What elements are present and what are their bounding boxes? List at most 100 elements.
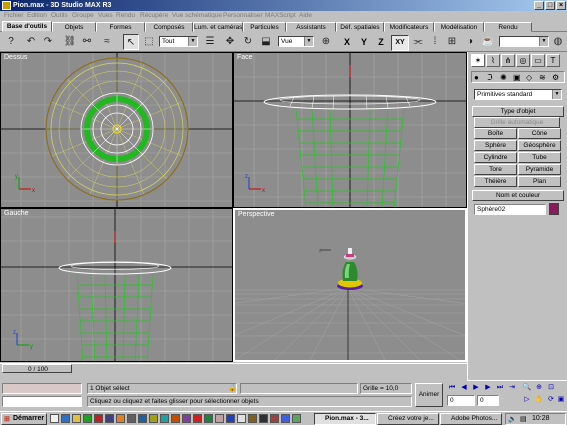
key-mode-icon[interactable]: ⇥ [507, 383, 517, 393]
tab-space-warps[interactable]: Déf. spatiales [336, 22, 384, 32]
object-color-swatch[interactable] [549, 203, 559, 215]
tab-helpers[interactable]: Assistants [286, 22, 336, 32]
animate-button[interactable]: Animer [415, 383, 443, 407]
light-icon[interactable]: ✺ [500, 73, 507, 82]
app-icon-17[interactable] [226, 414, 235, 423]
align-icon[interactable]: ⊞ [444, 34, 460, 50]
track-bar[interactable] [0, 373, 467, 381]
app-icon-21[interactable] [270, 414, 279, 423]
menu-edit[interactable]: Edition [27, 11, 47, 21]
restrict-y-button[interactable]: Y [357, 35, 371, 49]
menu-file[interactable]: Fichier [4, 11, 24, 21]
macro-recorder-field[interactable] [2, 396, 82, 407]
network-icon[interactable]: ▤ [520, 415, 527, 423]
menu-schematic-view[interactable]: Vue schématique [172, 11, 222, 21]
sphere-button[interactable]: Sphère [474, 140, 517, 151]
mirror-icon[interactable]: ⫘ [410, 34, 426, 50]
helper-icon[interactable]: ◇ [526, 73, 532, 82]
app-icon-19[interactable] [248, 414, 257, 423]
help-icon[interactable]: ? [3, 34, 19, 50]
play-icon[interactable]: ▶ [471, 383, 481, 393]
teapot-render-icon[interactable]: ◍ [550, 34, 566, 50]
time-slider-thumb[interactable]: 0 / 100 [2, 364, 72, 373]
viewport-front[interactable]: Face x z [233, 52, 467, 208]
menu-group[interactable]: Groupe [72, 11, 94, 21]
viewport-perspective[interactable]: Perspective z [233, 208, 467, 362]
array-icon[interactable]: ⁞ [427, 34, 443, 50]
desktop-icon[interactable] [50, 414, 59, 423]
zoom-all-icon[interactable]: ⊕ [534, 383, 544, 393]
plane-button[interactable]: Plan [518, 176, 561, 187]
pyramid-button[interactable]: Pyramide [518, 164, 561, 175]
app-icon-15[interactable] [204, 414, 213, 423]
scale-icon[interactable]: ⬓ [258, 34, 274, 50]
app-icon-8[interactable] [127, 414, 136, 423]
move-icon[interactable]: ✥ [222, 34, 238, 50]
app-icon-6[interactable] [105, 414, 114, 423]
box-button[interactable]: Boîte [474, 128, 517, 139]
redo-icon[interactable]: ↷ [40, 34, 56, 50]
app-icon-12[interactable] [171, 414, 180, 423]
bind-space-warp-icon[interactable]: ≈ [99, 34, 115, 50]
torus-button[interactable]: Tore [474, 164, 517, 175]
create-panel-tab[interactable]: ✶ [471, 54, 485, 67]
app-icon-22[interactable] [281, 414, 290, 423]
menu-retrieve[interactable]: Récupére [140, 11, 168, 21]
app-icon-7[interactable] [116, 414, 125, 423]
max-script-listener[interactable] [2, 383, 82, 394]
undo-icon[interactable]: ↶ [23, 34, 39, 50]
tube-button[interactable]: Tube [518, 152, 561, 163]
close-button[interactable]: × [556, 1, 566, 10]
menu-maxscript[interactable]: MAXScript [265, 11, 296, 21]
object-name-input[interactable]: Sphère02 [474, 204, 546, 215]
render-scene-icon[interactable]: ☕ [480, 34, 496, 50]
pan-icon[interactable]: ✋ [534, 395, 544, 405]
viewport-top[interactable]: Dessus x y [0, 52, 233, 208]
explorer-icon[interactable] [72, 414, 81, 423]
geometry-icon[interactable]: ● [474, 73, 479, 82]
object-type-rollout[interactable]: Type d'objet [472, 106, 564, 117]
lock-icon[interactable]: 🔒 [228, 384, 237, 392]
go-to-end-icon[interactable]: ⏭ [495, 383, 505, 393]
app-icon-13[interactable] [182, 414, 191, 423]
restrict-xy-button[interactable]: XY [391, 35, 409, 51]
material-editor-icon[interactable]: ◑ [462, 34, 478, 50]
tab-particles[interactable]: Particules [243, 22, 286, 32]
app-icon-14[interactable] [193, 414, 202, 423]
arc-rotate-icon[interactable]: ⟳ [546, 395, 556, 405]
tab-shapes[interactable]: Formes [96, 22, 145, 32]
app-icon-10[interactable] [149, 414, 158, 423]
start-button[interactable]: ⊞ Démarrer [1, 413, 47, 425]
menu-views[interactable]: Vues [98, 11, 113, 21]
speaker-icon[interactable]: 🔈 [508, 415, 517, 423]
zoom-extents-icon[interactable]: ⊡ [546, 383, 556, 393]
select-by-name-icon[interactable]: ☰ [202, 34, 218, 50]
viewport-left[interactable]: Gauche y z [0, 208, 233, 362]
cylinder-button[interactable]: Cylindre [474, 152, 517, 163]
task-photoshop[interactable]: Adobe Photos... [440, 413, 502, 425]
unlink-icon[interactable]: ⚯ [79, 34, 95, 50]
hierarchy-panel-tab[interactable]: ⋔ [501, 54, 515, 67]
cone-button[interactable]: Cône [518, 128, 561, 139]
tab-objects[interactable]: Objets [52, 22, 96, 32]
current-frame-input[interactable]: 0 [447, 395, 475, 406]
name-color-rollout[interactable]: Nom et couleur [472, 190, 564, 201]
tab-modifiers[interactable]: Modificateurs [384, 22, 434, 32]
app-icon-20[interactable] [259, 414, 268, 423]
app-icon-16[interactable] [215, 414, 224, 423]
selection-filter-select[interactable]: Tout ▼ [159, 36, 198, 47]
camera-icon[interactable]: ▣ [513, 73, 521, 82]
tab-base-tools[interactable]: Base d'outils [2, 21, 52, 32]
task-web-page[interactable]: Créez votre je... [377, 413, 439, 425]
restrict-z-button[interactable]: Z [374, 35, 388, 49]
pivot-center-icon[interactable]: ⊕ [318, 34, 334, 50]
select-arrow-icon[interactable]: ↖ [123, 34, 139, 50]
next-frame-icon[interactable]: ▶ [483, 383, 493, 393]
region-select-icon[interactable]: ⬚ [141, 34, 157, 50]
display-panel-tab[interactable]: ▭ [531, 54, 545, 67]
previous-frame-icon[interactable]: ◀ [459, 383, 469, 393]
menu-tools[interactable]: Outils [51, 11, 68, 21]
shapes-icon[interactable]: ℑ [487, 73, 493, 82]
maximize-viewport-icon[interactable]: ▣ [556, 395, 566, 405]
go-to-start-icon[interactable]: ⏮ [447, 383, 457, 393]
